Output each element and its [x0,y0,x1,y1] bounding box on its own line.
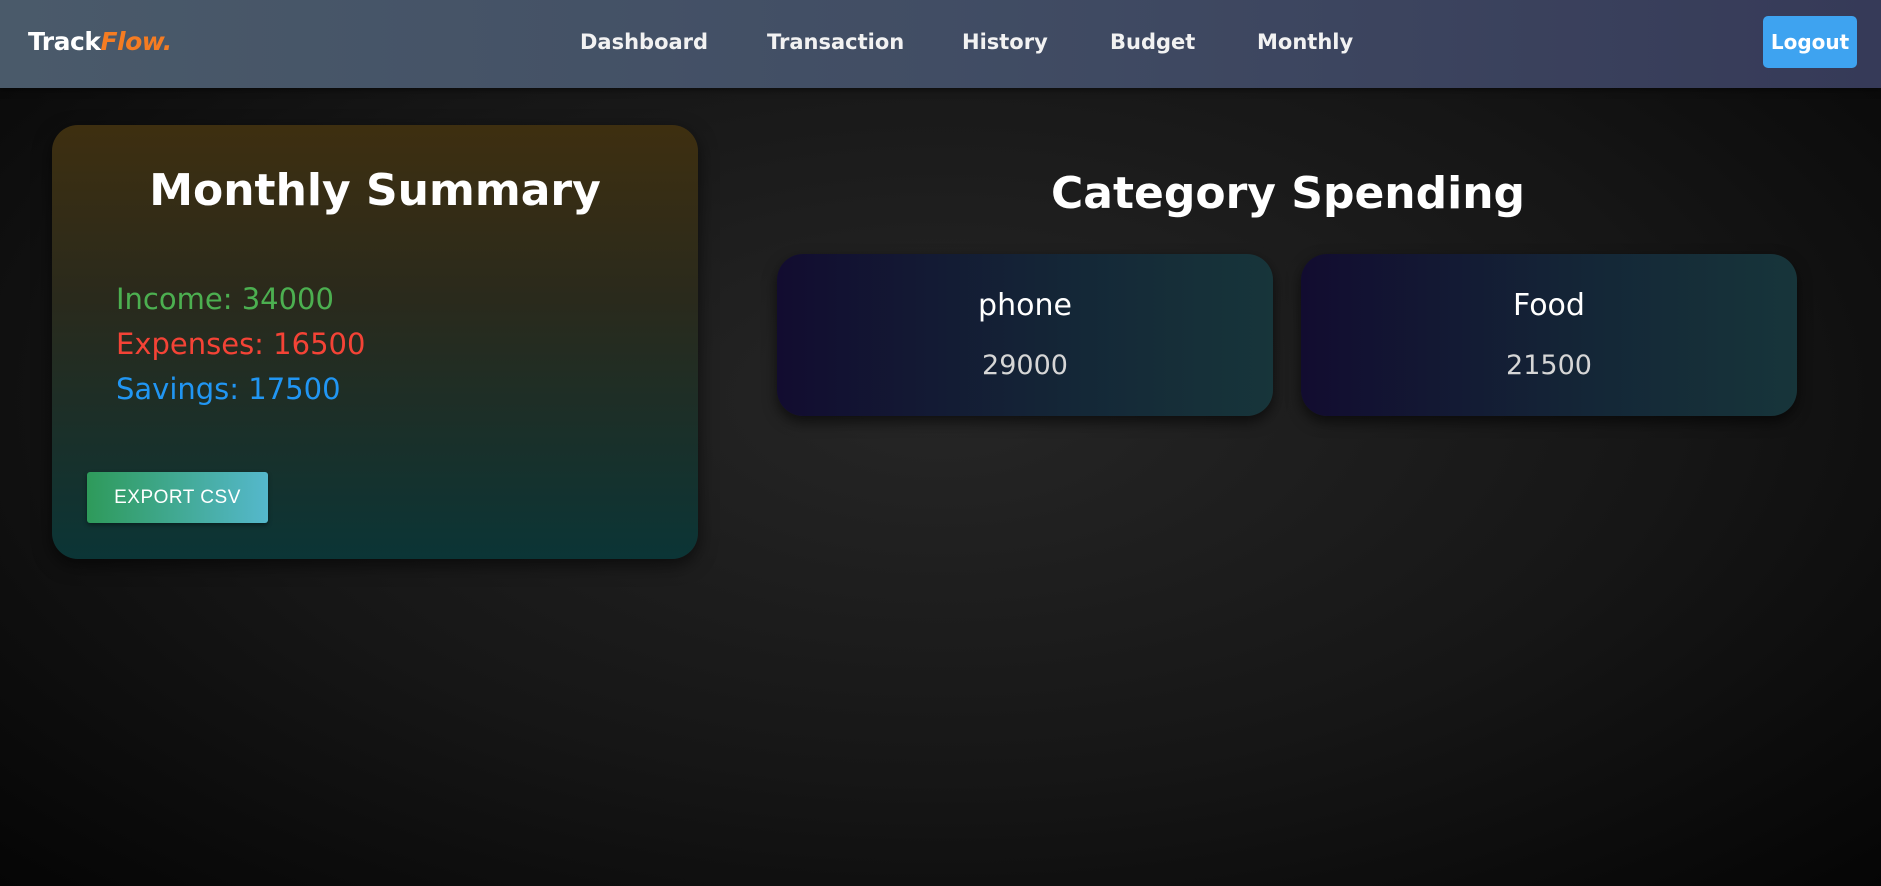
category-name: Food [1513,288,1585,323]
nav-link-budget[interactable]: Budget [1110,30,1195,54]
monthly-summary-card: Monthly Summary Income: 34000 Expenses: … [52,125,698,559]
nav-links: Dashboard Transaction History Budget Mon… [0,0,1881,88]
category-spending-title: Category Spending [1050,168,1526,219]
logout-button[interactable]: Logout [1763,16,1857,68]
category-amount: 21500 [1506,350,1592,381]
summary-title: Monthly Summary [149,165,601,216]
export-csv-button[interactable]: EXPORT CSV [87,472,268,523]
income-stat: Income: 34000 [116,282,334,316]
nav-link-history[interactable]: History [962,30,1048,54]
category-name: phone [978,288,1072,323]
nav-link-dashboard[interactable]: Dashboard [580,30,708,54]
top-navbar: TrackFlow. Dashboard Transaction History… [0,0,1881,88]
savings-stat: Savings: 17500 [116,372,341,406]
category-card-food: Food 21500 [1301,254,1797,416]
nav-link-monthly[interactable]: Monthly [1257,30,1353,54]
expenses-stat: Expenses: 16500 [116,327,366,361]
category-amount: 29000 [982,350,1068,381]
nav-link-transaction[interactable]: Transaction [767,30,904,54]
category-card-phone: phone 29000 [777,254,1273,416]
